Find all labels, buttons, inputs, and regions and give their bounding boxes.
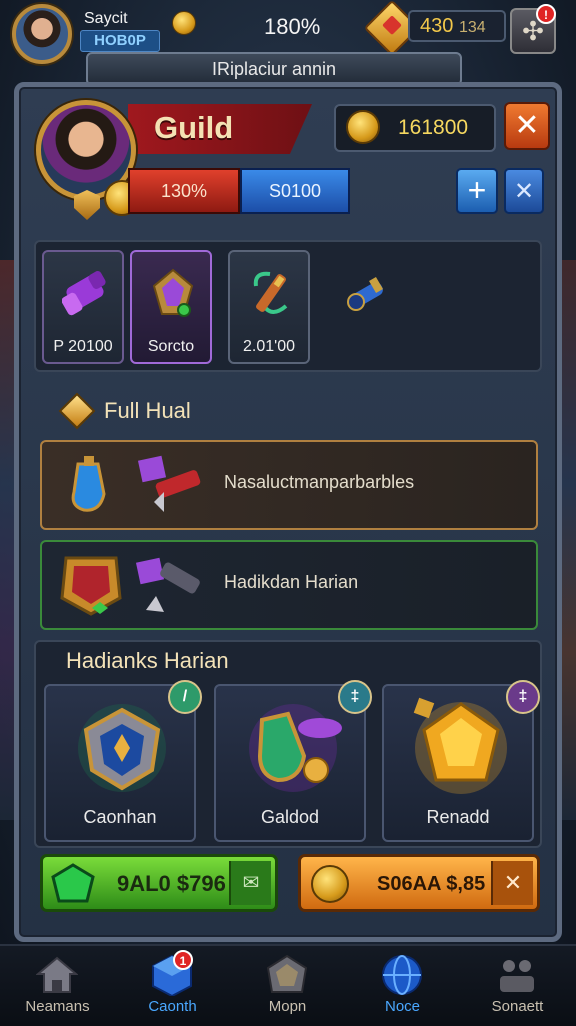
nav-item-globe[interactable]: Noce	[345, 946, 460, 1026]
blue-potion-icon	[71, 456, 106, 512]
crossed-swords-button[interactable]: ✕	[504, 168, 544, 214]
add-button[interactable]: +	[456, 168, 498, 214]
screen-title-banner: IRiplaciur annin	[86, 52, 462, 86]
gold-suffix: 134	[458, 19, 486, 36]
guild-currency-value: 161800	[398, 116, 469, 139]
purple-rocket-icon	[137, 455, 201, 512]
top-bar: Saycit HOB0P 180% 430 134 ✣ !	[0, 0, 576, 64]
mail-icon: ✉	[229, 861, 271, 905]
chest-icon	[266, 954, 308, 993]
coin-icon	[311, 865, 349, 903]
nav-label: Mopn	[268, 998, 307, 1015]
reward-card[interactable]: / Caonhan	[44, 680, 202, 842]
percent-readout: 180%	[264, 14, 321, 39]
reward-badge: /	[168, 680, 202, 714]
emerald-potion-icon	[249, 704, 342, 792]
guild-blue-bar: S0100	[240, 168, 350, 214]
enchanted-dagger-icon	[253, 271, 288, 314]
gold-gem-icon	[413, 697, 507, 794]
guild-red-bar: 130%	[128, 168, 240, 214]
nav-item-cube[interactable]: 1 Caonth	[115, 946, 230, 1026]
globe-icon	[382, 955, 422, 995]
reward-badge: ‡	[338, 680, 372, 714]
coin-icon	[172, 11, 196, 35]
list-item[interactable]: Hadikdan Harian	[40, 540, 538, 630]
item-slot-4[interactable]	[322, 250, 404, 364]
player-avatar[interactable]	[12, 4, 72, 64]
ruby-shield-icon	[60, 556, 122, 616]
blue-cannon-icon	[347, 276, 383, 311]
reward-label: Galdod	[260, 807, 320, 827]
bottom-navigation: Neamans 1 Caonth Mopn Noce Sonaett	[0, 944, 576, 1026]
nav-item-chest[interactable]: Mopn	[230, 946, 345, 1026]
amethyst-amulet-icon	[152, 268, 194, 317]
close-button[interactable]: ✕	[504, 102, 550, 150]
nav-badge: 1	[173, 950, 193, 970]
nav-item-social[interactable]: Sonaett	[460, 946, 575, 1026]
buy-orange-label: S06AA $,85	[377, 873, 486, 895]
purple-scroll-icon	[62, 271, 106, 316]
reward-card[interactable]: ‡ Galdod	[214, 680, 372, 842]
buy-green-label: 9AL0 $796	[117, 871, 226, 896]
notification-badge: !	[536, 4, 556, 24]
list-item[interactable]: Nasaluctmanparbarbles	[40, 440, 538, 530]
currency-coin-icon	[346, 110, 380, 144]
row-text: Nasaluctmanparbarbles	[224, 472, 415, 492]
item-slot-3[interactable]: 2.01'00	[228, 250, 310, 364]
buy-orange-button[interactable]: S06AA $,85 ✕	[298, 854, 540, 912]
player-name: Saycit	[84, 10, 128, 27]
full-hui-title: Full Hual	[104, 398, 191, 423]
item-slot-2[interactable]: Sorcto	[130, 250, 212, 364]
reward-label: Caonhan	[83, 807, 157, 827]
nav-label: Noce	[384, 998, 421, 1015]
home-icon	[36, 956, 78, 993]
item-label: Sorcto	[147, 338, 195, 355]
nav-label: Caonth	[148, 998, 197, 1015]
reward-badge: ‡	[506, 680, 540, 714]
item-slot-1[interactable]: P 20100	[42, 250, 124, 364]
purple-crossbow-icon	[135, 557, 200, 612]
gold-value: 430	[420, 15, 454, 37]
social-icon	[500, 960, 534, 992]
nav-item-home[interactable]: Neamans	[0, 946, 115, 1026]
rewards-title: Hadianks Harian	[66, 648, 229, 673]
gold-counter[interactable]: 430 134	[408, 10, 506, 42]
close-icon[interactable]: ✕	[491, 861, 533, 905]
row-text: Hadikdan Harian	[224, 572, 359, 592]
player-id: HOB0P	[80, 30, 160, 52]
reward-card[interactable]: ‡ Renadd	[382, 680, 540, 842]
nav-label: Sonaett	[491, 998, 544, 1015]
reward-label: Renadd	[426, 807, 490, 827]
buy-green-button[interactable]: 9AL0 $796 ✉	[40, 854, 278, 912]
item-label: 2.01'00	[243, 338, 295, 355]
nav-label: Neamans	[25, 998, 90, 1015]
emerald-icon	[51, 863, 95, 903]
sapphire-shield-icon	[78, 704, 166, 792]
guild-title: Guild	[154, 110, 234, 145]
item-label: P 20100	[53, 338, 113, 355]
